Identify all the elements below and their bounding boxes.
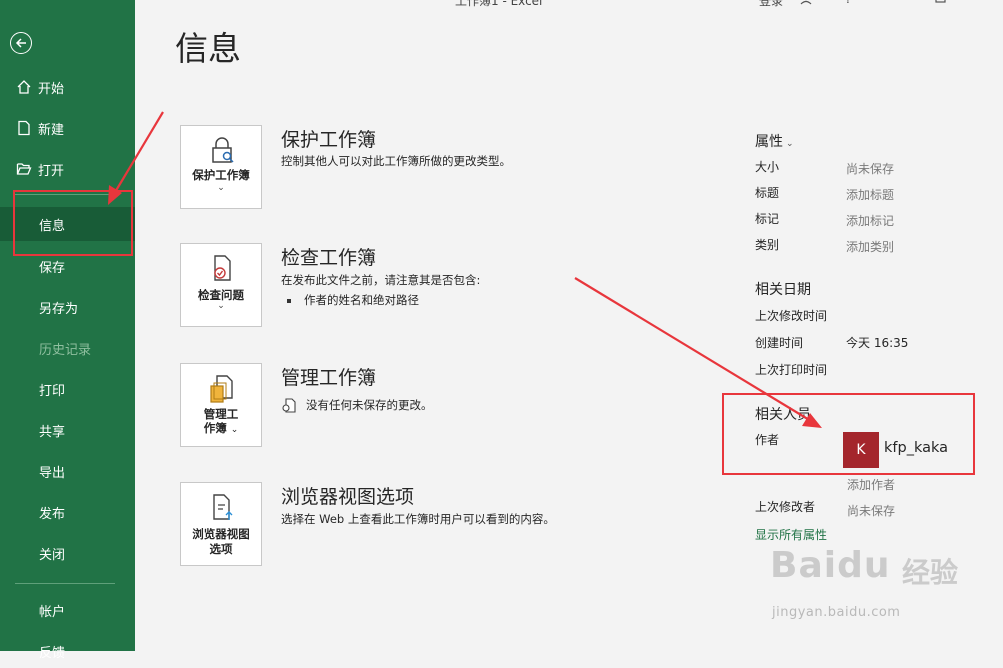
sidebar-item-feedback[interactable]: 反馈 [0, 634, 135, 668]
sidebar-item-label: 新建 [38, 122, 65, 138]
add-category-field[interactable]: 添加类别 [846, 238, 894, 255]
home-icon [17, 80, 31, 94]
sidebar-item-history: 历史记录 [0, 331, 135, 365]
sidebar-item-label: 共享 [39, 424, 66, 440]
sidebar-divider [15, 583, 115, 584]
window-title: 工作簿1 - Excel [455, 0, 543, 8]
tile-label: 作簿 ⌄ [181, 421, 261, 437]
sidebar-item-account[interactable]: 帐户 [0, 593, 135, 627]
show-all-properties-link[interactable]: 显示所有属性 [755, 526, 827, 543]
document-history-icon [282, 397, 296, 413]
sidebar-item-publish[interactable]: 发布 [0, 495, 135, 529]
sidebar-item-save-as[interactable]: 另存为 [0, 290, 135, 324]
section-title: 保护工作簿 [281, 129, 377, 151]
browser-view-options-button[interactable]: 浏览器视图 选项 [180, 482, 262, 566]
check-issues-button[interactable]: 检查问题 ⌄ [180, 243, 262, 327]
sidebar-item-print[interactable]: 打印 [0, 372, 135, 406]
property-label: 创建时间 [755, 336, 804, 350]
tile-label: 保护工作簿 [192, 168, 250, 182]
sidebar-item-share[interactable]: 共享 [0, 413, 135, 447]
section-description: 控制其他人可以对此工作簿所做的更改类型。 [281, 154, 511, 168]
new-document-icon [18, 120, 30, 136]
sidebar-item-label: 开始 [38, 81, 65, 97]
sidebar-item-label: 另存为 [39, 301, 79, 317]
tile-label: 选项 [209, 542, 233, 556]
manage-workbook-button[interactable]: 管理工 作簿 ⌄ [180, 363, 262, 447]
bullet-icon [287, 298, 291, 303]
property-label: 上次打印时间 [755, 363, 828, 377]
baidu-watermark: Baidu 经验 jingyan.baidu.com [770, 545, 995, 635]
annotation-box [13, 190, 133, 256]
property-label: 类别 [755, 238, 780, 252]
chevron-down-icon: ⌄ [217, 183, 225, 193]
sidebar-item-label: 打印 [39, 383, 66, 399]
section-title: 管理工作簿 [281, 367, 377, 389]
sign-in-link[interactable]: 登录 [759, 0, 783, 9]
property-label: 上次修改时间 [755, 309, 828, 323]
sidebar-item-label: 保存 [39, 260, 66, 276]
sidebar-item-label: 历史记录 [39, 342, 92, 358]
browser-view-icon [213, 494, 233, 520]
sidebar-item-label: 发布 [39, 506, 66, 522]
account-icon[interactable] [800, 0, 814, 8]
tile-label: 浏览器视图 [192, 527, 250, 541]
sidebar-item-label: 帐户 [39, 604, 66, 620]
folder-open-icon [16, 163, 32, 175]
inspect-document-icon [214, 255, 231, 281]
chevron-down-icon: ⌄ [217, 301, 225, 311]
property-label: 标题 [755, 186, 780, 200]
add-title-field[interactable]: 添加标题 [846, 186, 894, 203]
sidebar-item-home[interactable]: 开始 [0, 70, 135, 104]
help-button[interactable]: ? [845, 0, 851, 6]
last-modified-by-value: 尚未保存 [847, 504, 896, 518]
protect-workbook-button[interactable]: 保护工作簿 ⌄ [180, 125, 262, 209]
sidebar-item-label: 打开 [38, 163, 65, 179]
property-value-size: 尚未保存 [846, 162, 895, 176]
manage-workbook-icon [210, 375, 233, 403]
tile-label: 管理工 [203, 407, 239, 421]
lock-key-icon [212, 137, 234, 163]
tile-label-text: 作簿 [203, 421, 227, 435]
tile-label: 检查问题 [198, 288, 244, 302]
backstage-sidebar: 开始 新建 打开 信息 保存 另存为 历史记录 打印 共享 导出 发布 关闭 帐… [0, 0, 135, 661]
section-description: 没有任何未保存的更改。 [306, 398, 433, 412]
bullet-text: 作者的姓名和绝对路径 [304, 293, 419, 307]
watermark-brand-cn: 经验 [902, 556, 959, 589]
section-description-row: 没有任何未保存的更改。 [282, 397, 433, 413]
related-dates-header: 相关日期 [755, 282, 811, 298]
sidebar-item-close[interactable]: 关闭 [0, 536, 135, 570]
property-label: 标记 [755, 212, 780, 226]
property-label: 上次修改者 [755, 500, 816, 514]
list-item: 作者的姓名和绝对路径 [287, 292, 419, 308]
properties-dropdown[interactable]: 属性 ⌄ [755, 131, 794, 151]
sidebar-item-new[interactable]: 新建 [0, 111, 135, 145]
section-description: 选择在 Web 上查看此工作簿时用户可以看到的内容。 [281, 512, 555, 526]
add-author-link[interactable]: 添加作者 [847, 476, 895, 493]
section-description: 在发布此文件之前，请注意其是否包含: [281, 273, 481, 287]
watermark-brand: Baidu [770, 545, 891, 586]
add-tag-field[interactable]: 添加标记 [846, 212, 894, 229]
chevron-down-icon: ⌄ [230, 425, 239, 435]
section-title: 检查工作簿 [281, 247, 377, 269]
page-title: 信息 [175, 29, 241, 68]
created-time-value: 今天 16:35 [846, 336, 909, 350]
sidebar-item-label: 反馈 [39, 645, 66, 661]
annotation-box [722, 393, 975, 475]
sidebar-item-export[interactable]: 导出 [0, 454, 135, 488]
property-label: 大小 [755, 160, 780, 174]
back-arrow-icon[interactable] [10, 32, 32, 54]
watermark-url: jingyan.baidu.com [772, 605, 901, 620]
restore-window-icon[interactable] [935, 0, 947, 8]
properties-header: 属性 [755, 134, 783, 150]
sidebar-item-label: 导出 [39, 465, 66, 481]
sidebar-item-open[interactable]: 打开 [0, 152, 135, 186]
chevron-down-icon: ⌄ [786, 139, 794, 149]
sidebar-item-label: 关闭 [39, 547, 66, 563]
section-title: 浏览器视图选项 [281, 486, 415, 508]
